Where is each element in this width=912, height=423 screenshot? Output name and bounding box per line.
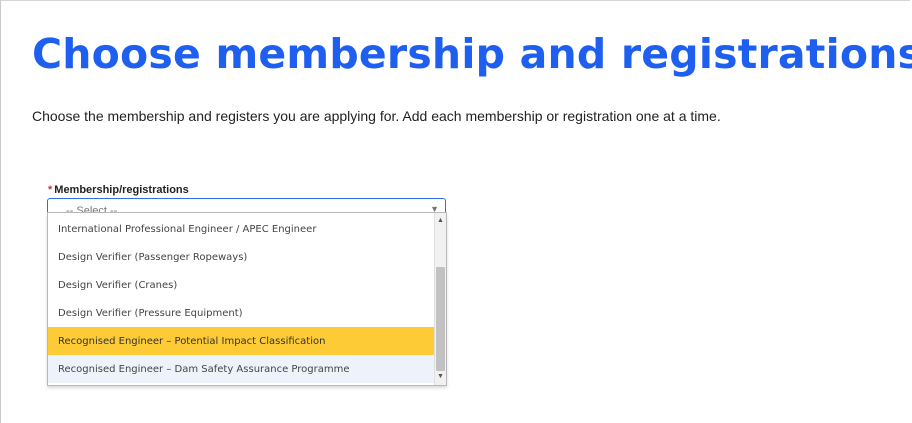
intro-text: Choose the membership and registers you … <box>32 108 721 124</box>
membership-label-text: Membership/registrations <box>54 184 189 196</box>
membership-dropdown-list[interactable]: International Professional Engineer / AP… <box>47 212 447 386</box>
dropdown-option[interactable]: Design Verifier (Pressure Equipment) <box>48 299 435 327</box>
dropdown-scrollbar[interactable]: ▲ ▼ <box>434 213 446 385</box>
scrollbar-thumb[interactable] <box>436 267 445 371</box>
required-marker: * <box>48 184 53 196</box>
membership-field-label: * Membership/registrations <box>48 184 189 196</box>
scroll-up-arrow-icon[interactable]: ▲ <box>435 215 446 227</box>
dropdown-option[interactable]: Design Verifier (Passenger Ropeways) <box>48 243 435 271</box>
dropdown-option[interactable]: International Professional Engineer / AP… <box>48 215 435 243</box>
dropdown-option-highlighted[interactable]: Recognised Engineer – Potential Impact C… <box>48 327 435 355</box>
dropdown-option[interactable]: Recognised Engineer – Dam Safety Assuran… <box>48 355 435 383</box>
scroll-down-arrow-icon[interactable]: ▼ <box>435 371 446 383</box>
dropdown-option[interactable]: Design Verifier (Cranes) <box>48 271 435 299</box>
page-title: Choose membership and registrations <box>32 30 912 78</box>
